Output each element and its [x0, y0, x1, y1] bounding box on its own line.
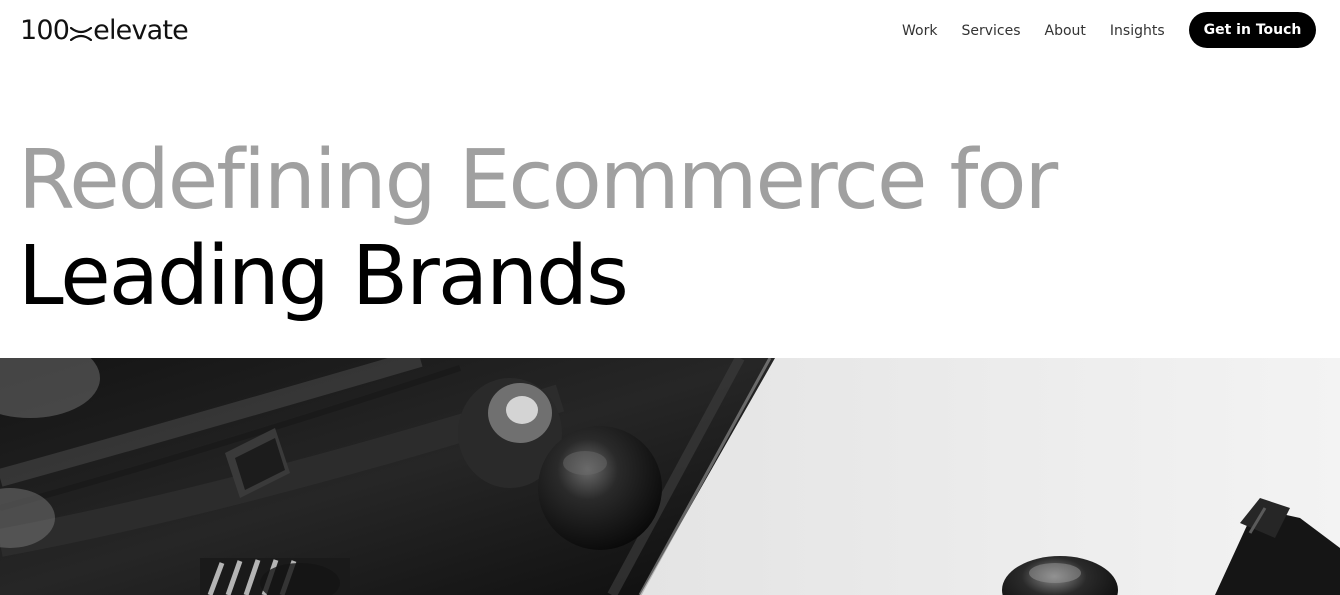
hero-title: Redefining Ecommerce for Leading Brands: [18, 133, 1058, 325]
logo-suffix: elevate: [93, 15, 189, 46]
nav-item-insights[interactable]: Insights: [1110, 20, 1165, 42]
site-header: 100 elevate Work Services About Insights…: [0, 0, 1340, 62]
nav-item-services[interactable]: Services: [961, 20, 1020, 42]
logo-prefix: 100: [20, 15, 70, 46]
hero-title-line1: Redefining Ecommerce for: [18, 133, 1058, 228]
watch-photo-illustration: [0, 358, 1340, 595]
get-in-touch-button[interactable]: Get in Touch: [1189, 12, 1316, 48]
nav-item-work[interactable]: Work: [902, 20, 937, 42]
logo-link[interactable]: 100 elevate: [20, 14, 189, 48]
hero-watch-image: [0, 358, 1340, 595]
logo-x-icon: [70, 27, 93, 41]
nav-item-about[interactable]: About: [1045, 20, 1086, 42]
main-nav: Work Services About Insights: [902, 20, 1165, 42]
hero-title-line2: Leading Brands: [18, 229, 629, 324]
